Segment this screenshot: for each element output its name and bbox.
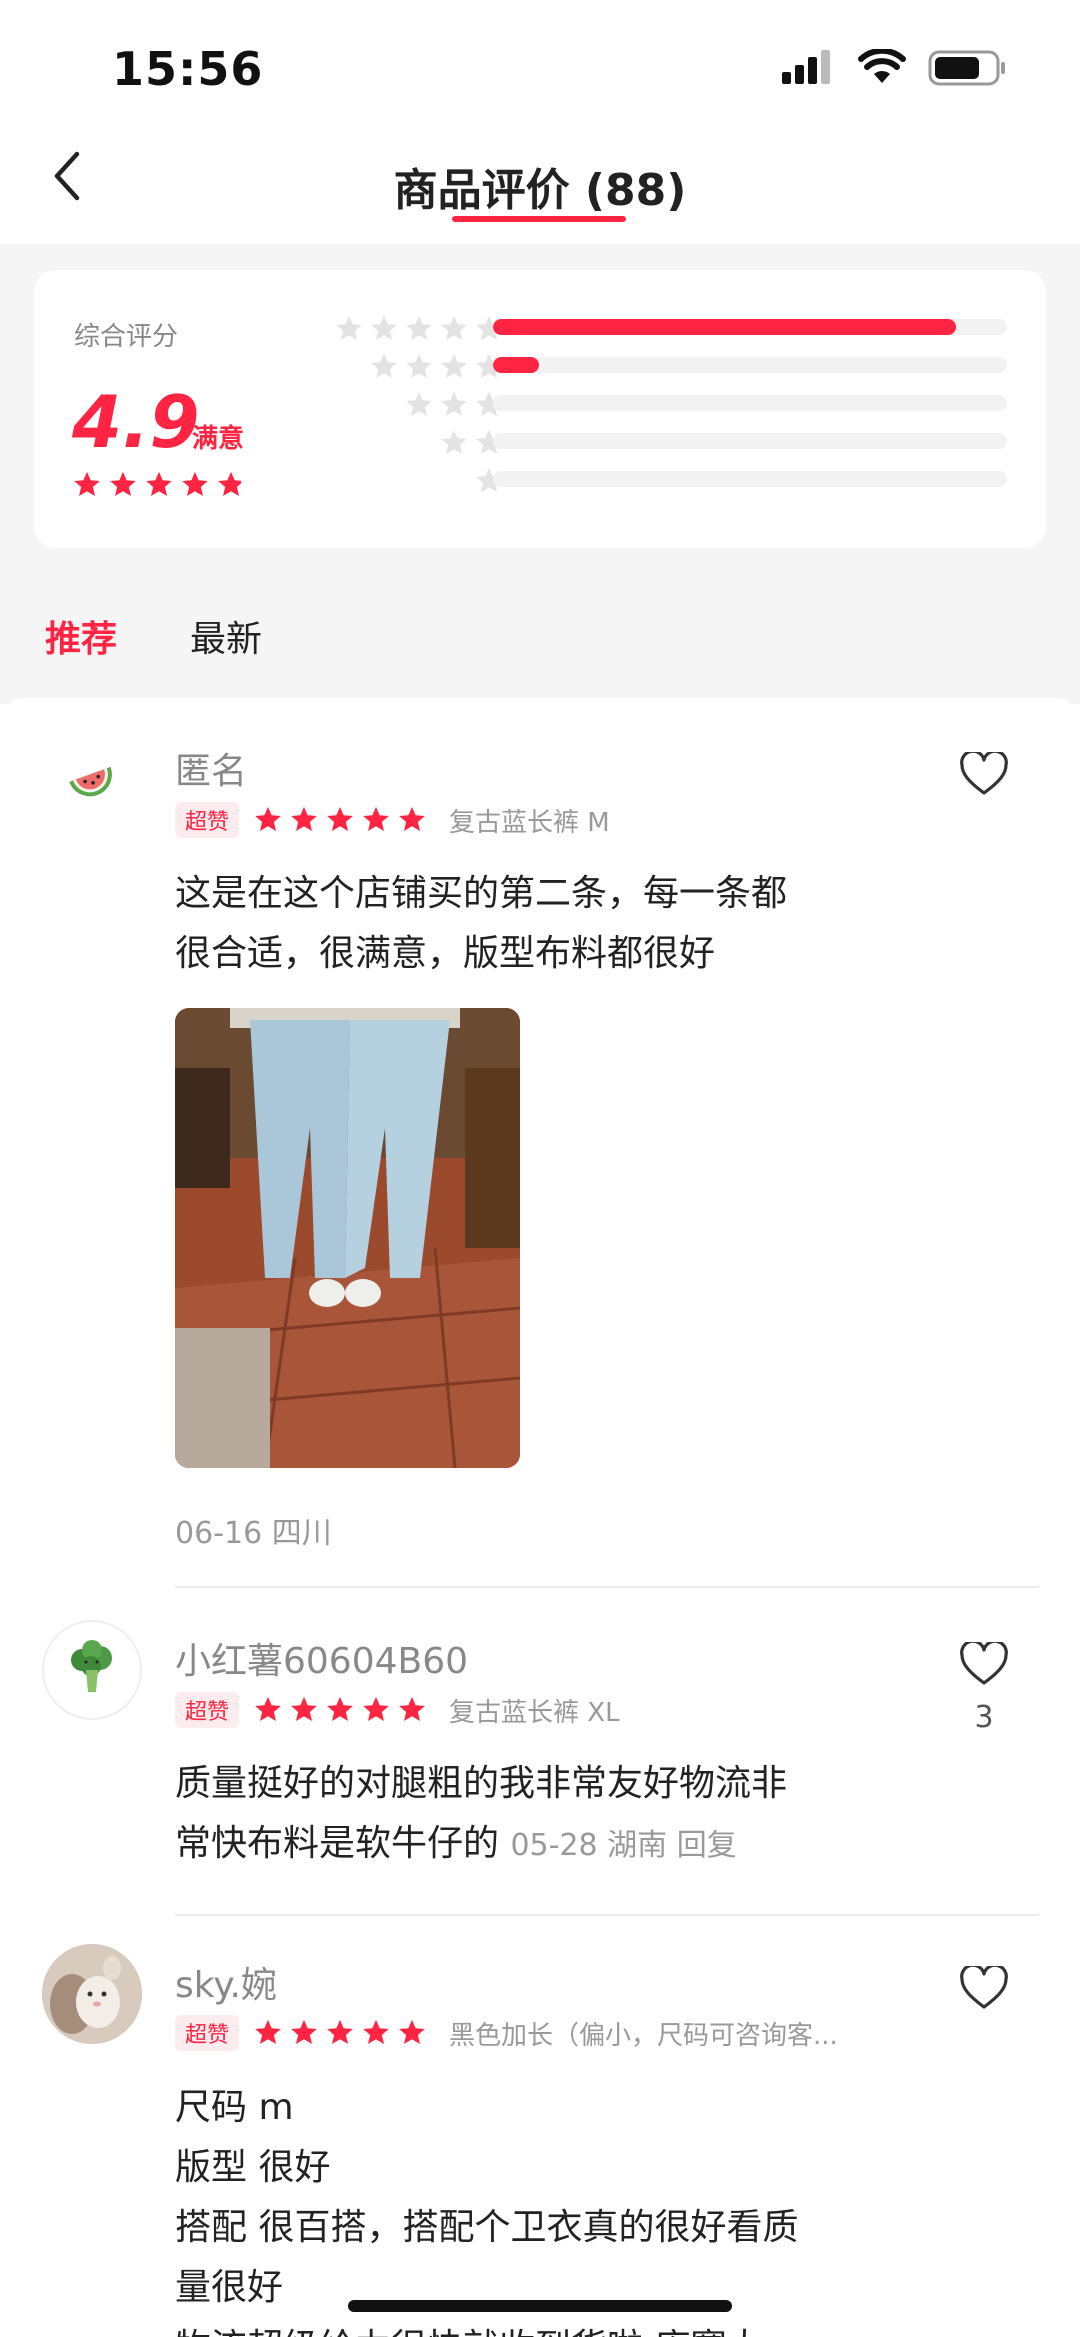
like-button[interactable] <box>956 746 1012 802</box>
wifi-icon <box>858 49 906 83</box>
review-meta: 超赞 黑色加长（偏小，尺码可咨询客... <box>175 2015 838 2051</box>
review-text-line: 尺码 m <box>175 2087 294 2128</box>
battery-icon <box>928 50 1005 86</box>
status-bar: 15:56 <box>0 0 1080 130</box>
review-text-line: 搭配 很百搭，搭配个卫衣真的很好看质 <box>175 2207 799 2248</box>
star-icon <box>406 391 432 416</box>
review-meta: 超赞 复古蓝长裤 XL <box>175 1692 620 1728</box>
star-icon <box>291 806 317 831</box>
reviewer-name[interactable]: 匿名 <box>175 742 247 794</box>
star-icon <box>399 2019 425 2044</box>
review-divider <box>175 1586 1039 1588</box>
page-title: 商品评价 (88) <box>393 165 687 216</box>
review-text: 这是在这个店铺买的第二条，每一条都 很合适，很满意，版型布料都很好 <box>175 864 875 984</box>
star-icon <box>441 353 467 378</box>
review-divider <box>175 1914 1039 1916</box>
star-icon <box>255 1696 281 1721</box>
tab-recommended[interactable]: 推荐 <box>45 610 117 662</box>
review-stars <box>253 1695 427 1725</box>
star-icon <box>363 806 389 831</box>
review-text-line: 物流超级给力很快就收到货啦 库赛大 <box>175 2318 875 2337</box>
star-icon <box>291 1696 317 1721</box>
distribution-bar-track <box>493 319 1007 335</box>
rating-badge: 超赞 <box>175 802 240 838</box>
star-icon <box>327 806 353 831</box>
heart-icon <box>960 1966 1008 2009</box>
rating-badge: 超赞 <box>175 2015 240 2051</box>
star-icon <box>336 315 362 340</box>
star-icon <box>327 2019 353 2044</box>
distribution-stars <box>334 314 504 344</box>
user-photo-avatar[interactable] <box>42 1944 142 2044</box>
star-icon <box>399 1696 425 1721</box>
review-stars <box>253 805 427 835</box>
star-icon <box>406 315 432 340</box>
star-icon <box>255 806 281 831</box>
distribution-bar-track <box>493 471 1007 487</box>
rating-distribution-row-5 <box>34 314 1046 344</box>
cellular-signal-icon <box>782 50 830 84</box>
star-icon <box>441 315 467 340</box>
reviewer-name[interactable]: sky.婉 <box>175 1956 277 2008</box>
rating-distribution-row-4 <box>34 352 1046 382</box>
home-indicator[interactable] <box>348 2300 732 2312</box>
rating-distribution-row-3 <box>34 390 1046 420</box>
star-icon <box>441 429 467 454</box>
review-date-location-reply[interactable]: 05-28 湖南 回复 <box>510 1828 736 1863</box>
distribution-bar-track <box>493 433 1007 449</box>
review-stars <box>253 2018 427 2048</box>
review-photo[interactable] <box>175 1008 520 1468</box>
watermelon-icon[interactable] <box>42 730 142 830</box>
distribution-bar-fill <box>493 357 540 373</box>
rating-summary-card: 综合评分 4.9 满意 <box>34 270 1046 548</box>
review-text-line: 质量挺好的对腿粗的我非常友好物流非 <box>175 1763 788 1804</box>
status-icons <box>780 48 1008 88</box>
tab-latest[interactable]: 最新 <box>190 610 262 662</box>
product-variant: 复古蓝长裤 XL <box>449 1697 620 1728</box>
star-icon <box>371 315 397 340</box>
review-meta: 超赞 复古蓝长裤 M <box>175 802 610 838</box>
review-tabs: 推荐 最新 <box>0 600 1080 670</box>
review-text-line-content: 常快布料是软牛仔的 <box>175 1823 500 1864</box>
star-icon <box>291 2019 317 2044</box>
distribution-bar-track <box>493 357 1007 373</box>
reviewer-name[interactable]: 小红薯60604B60 <box>175 1632 468 1684</box>
review-text-line: 很合适，很满意，版型布料都很好 <box>175 933 716 974</box>
star-icon <box>406 353 432 378</box>
review-text-line: 这是在这个店铺买的第二条，每一条都 <box>175 873 788 914</box>
star-icon <box>371 353 397 378</box>
rating-distribution-row-1 <box>34 466 1046 496</box>
title-underline <box>452 216 626 222</box>
status-time: 15:56 <box>112 42 264 96</box>
review-text-line: 版型 很好 <box>175 2147 331 2188</box>
heart-icon <box>960 752 1008 795</box>
like-button[interactable] <box>956 1960 1012 2016</box>
heart-icon <box>960 1642 1008 1685</box>
header: 商品评价 (88) <box>0 130 1080 244</box>
review-text-line: 常快布料是软牛仔的 05-28 湖南 回复 <box>175 1814 875 1876</box>
distribution-stars <box>369 352 504 382</box>
rating-distribution-row-2 <box>34 428 1046 458</box>
star-icon <box>327 1696 353 1721</box>
like-count: 3 <box>974 1700 994 1735</box>
distribution-bar-fill <box>493 319 956 335</box>
rating-badge: 超赞 <box>175 1692 240 1728</box>
review-list[interactable]: 匿名 超赞 复古蓝长裤 M 这是在这个店铺买的第二条，每一条都 很合适，很满意，… <box>0 698 1080 2337</box>
distribution-stars <box>404 390 504 420</box>
distribution-bar-track <box>493 395 1007 411</box>
product-variant: 黑色加长（偏小，尺码可咨询客... <box>449 2020 838 2051</box>
broccoli-icon[interactable] <box>42 1620 142 1720</box>
star-icon <box>399 806 425 831</box>
review-date-location: 06-16 四川 <box>175 1516 332 1551</box>
star-icon <box>255 2019 281 2044</box>
star-icon <box>363 1696 389 1721</box>
like-button[interactable] <box>956 1636 1012 1692</box>
star-icon <box>363 2019 389 2044</box>
star-icon <box>441 391 467 416</box>
review-text: 质量挺好的对腿粗的我非常友好物流非 常快布料是软牛仔的 05-28 湖南 回复 <box>175 1754 875 1876</box>
review-text: 尺码 m 版型 很好 搭配 很百搭，搭配个卫衣真的很好看质 量很好 物流超级给力… <box>175 2078 875 2337</box>
product-variant: 复古蓝长裤 M <box>449 807 610 838</box>
